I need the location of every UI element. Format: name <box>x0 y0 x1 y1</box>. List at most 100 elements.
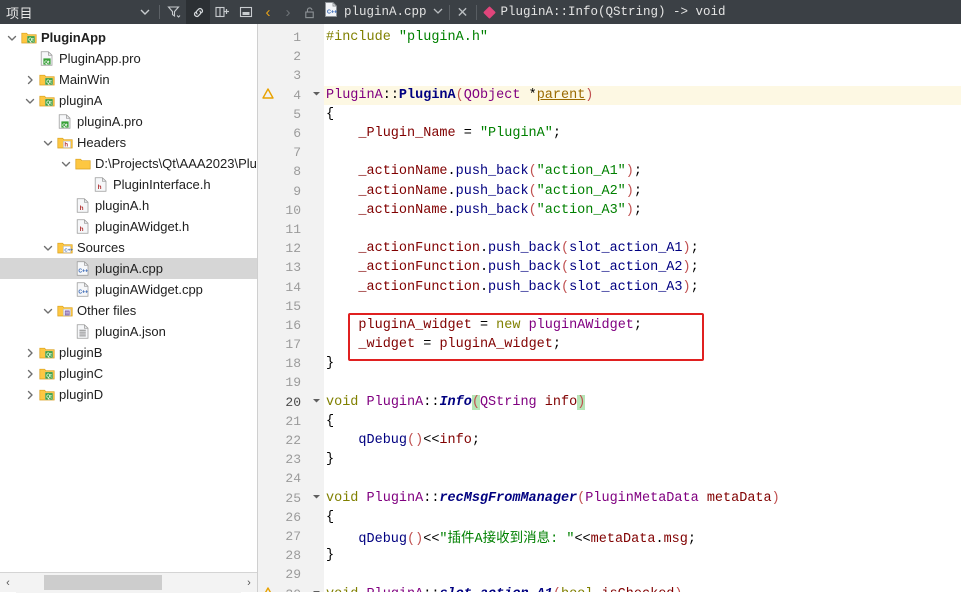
file-dropdown-icon[interactable] <box>427 7 449 17</box>
code-area[interactable]: 1 #include "pluginA.h" 2 3 4 PluginA::PluginA… <box>258 24 961 592</box>
chevron-down-icon[interactable] <box>133 0 157 24</box>
tree-item-pluginapp[interactable]: Qt PluginApp <box>0 27 257 48</box>
filter-icon[interactable] <box>162 0 186 24</box>
cpp-file-icon: C++ <box>74 282 92 297</box>
chevron-right-icon[interactable] <box>22 348 38 358</box>
scroll-track[interactable] <box>16 572 241 593</box>
code-line[interactable]: 8 _actionName.push_back("action_A1"); <box>258 162 961 181</box>
tree-item-plugina[interactable]: Qt pluginA <box>0 90 257 111</box>
scroll-right-arrow[interactable]: › <box>241 577 257 589</box>
tree-item-plugininterface.h[interactable]: h PluginInterface.h <box>0 174 257 195</box>
code-text: } <box>326 356 335 372</box>
collapse-icon[interactable] <box>234 0 258 24</box>
fold-toggle-icon[interactable] <box>308 396 324 408</box>
open-file-chip[interactable]: C++ pluginA.cpp <box>320 2 427 22</box>
code-line[interactable]: 14 _actionFunction.push_back(slot_action… <box>258 277 961 296</box>
line-number: 26 <box>285 509 301 525</box>
nav-forward-button[interactable]: › <box>278 4 298 21</box>
tree-item-label: pluginA.h <box>95 198 150 213</box>
tree-item-plugina.cpp[interactable]: C++ pluginA.cpp <box>0 258 257 279</box>
code-line[interactable]: 4 PluginA::PluginA(QObject *parent) <box>258 85 961 105</box>
line-number: 2 <box>293 49 301 65</box>
tree-item-pluginawidget.h[interactable]: h pluginAWidget.h <box>0 216 257 237</box>
sidebar-horizontal-scrollbar[interactable]: ‹ › <box>0 572 257 593</box>
chevron-right-icon[interactable] <box>22 369 38 379</box>
tree-item-headers[interactable]: h Headers <box>0 132 257 153</box>
line-number: 20 <box>285 394 301 410</box>
chevron-down-icon[interactable] <box>4 33 20 43</box>
code-line[interactable]: 15 <box>258 297 961 316</box>
tree-item-plugina.pro[interactable]: Qt pluginA.pro <box>0 111 257 132</box>
project-sidebar: Qt PluginApp Qt PluginApp.pro Qt MainWin Qt plu… <box>0 24 258 593</box>
chevron-down-icon[interactable] <box>40 306 56 316</box>
tree-item-pluginawidget.cpp[interactable]: C++ pluginAWidget.cpp <box>0 279 257 300</box>
code-line[interactable]: 21 { <box>258 412 961 431</box>
tree-item-other-files[interactable]: ▤ Other files <box>0 300 257 321</box>
code-line[interactable]: 18} <box>258 354 961 373</box>
line-number: 19 <box>285 375 301 391</box>
warning-marker-icon[interactable] <box>258 586 278 592</box>
qt-folder-icon: Qt <box>38 93 56 108</box>
warning-marker-icon[interactable] <box>258 87 278 103</box>
code-line[interactable]: 2 <box>258 47 961 66</box>
code-line[interactable]: 27 qDebug()<<"插件A接收到消息: "<<metaData.msg; <box>258 527 961 547</box>
code-line[interactable]: 1 #include "pluginA.h" <box>258 28 961 47</box>
code-editor[interactable]: 1 #include "pluginA.h" 2 3 4 PluginA::PluginA… <box>258 24 961 592</box>
link-icon[interactable] <box>186 0 210 24</box>
tree-item-d--projects-qt-aaa2023-plu[interactable]: D:\Projects\Qt\AAA2023\Plu <box>0 153 257 174</box>
svg-text:h: h <box>80 226 84 233</box>
chevron-down-icon[interactable] <box>40 243 56 253</box>
fold-toggle-icon[interactable] <box>308 492 324 504</box>
nav-back-button[interactable]: ‹ <box>258 4 278 21</box>
chevron-down-icon[interactable] <box>22 96 38 106</box>
fold-toggle-icon[interactable] <box>308 588 324 592</box>
tree-item-pluginapp.pro[interactable]: Qt PluginApp.pro <box>0 48 257 69</box>
line-number: 22 <box>285 433 301 449</box>
line-number: 23 <box>285 452 301 468</box>
code-line[interactable]: 24 <box>258 469 961 488</box>
code-line[interactable]: 12 _actionFunction.push_back(slot_action… <box>258 239 961 258</box>
code-line[interactable]: 28} <box>258 546 961 565</box>
chevron-down-icon[interactable] <box>40 138 56 148</box>
code-line[interactable]: 29 <box>258 565 961 584</box>
chevron-right-icon[interactable] <box>22 75 38 85</box>
tree-item-label: Other files <box>77 303 137 318</box>
tree-item-sources[interactable]: C++ Sources <box>0 237 257 258</box>
chevron-down-icon[interactable] <box>58 159 74 169</box>
code-line[interactable]: 13 _actionFunction.push_back(slot_action… <box>258 258 961 277</box>
code-line[interactable]: 22 qDebug()<<info; <box>258 431 961 450</box>
line-number: 8 <box>293 164 301 180</box>
tree-item-pluginc[interactable]: Qt pluginC <box>0 363 257 384</box>
code-line[interactable]: 16 pluginA_widget = new pluginAWidget; <box>258 316 961 335</box>
svg-text:Qt: Qt <box>46 100 52 106</box>
chevron-right-icon[interactable] <box>22 390 38 400</box>
tree-item-mainwin[interactable]: Qt MainWin <box>0 69 257 90</box>
tree-item-plugina.h[interactable]: h pluginA.h <box>0 195 257 216</box>
close-file-button[interactable]: ✕ <box>450 4 476 21</box>
tree-item-plugind[interactable]: Qt pluginD <box>0 384 257 405</box>
fold-toggle-icon[interactable] <box>308 89 324 101</box>
project-tree[interactable]: Qt PluginApp Qt PluginApp.pro Qt MainWin Qt plu… <box>0 24 257 572</box>
code-line[interactable]: 9 _actionName.push_back("action_A2"); <box>258 182 961 201</box>
svg-text:Qt: Qt <box>44 59 50 65</box>
code-line[interactable]: 23} <box>258 450 961 469</box>
code-line[interactable]: 11 <box>258 220 961 239</box>
tree-item-plugina.json[interactable]: pluginA.json <box>0 321 257 342</box>
scroll-thumb[interactable] <box>44 574 162 590</box>
scroll-left-arrow[interactable]: ‹ <box>0 577 16 589</box>
tree-item-pluginb[interactable]: Qt pluginB <box>0 342 257 363</box>
code-line[interactable]: 6 _Plugin_Name = "PluginA"; <box>258 124 961 143</box>
symbol-selector[interactable]: PluginA::Info(QString) -> void <box>477 5 734 19</box>
code-line[interactable]: 17 _widget = pluginA_widget; <box>258 335 961 354</box>
unlocked-icon[interactable] <box>298 6 320 19</box>
split-add-icon[interactable] <box>210 0 234 24</box>
code-line[interactable]: 30 void PluginA::slot_action_A1(bool isCh… <box>258 584 961 592</box>
code-line[interactable]: 19 <box>258 373 961 392</box>
code-line[interactable]: 25 void PluginA::recMsgFromManager(Plugin… <box>258 489 961 508</box>
code-line[interactable]: 26 { <box>258 508 961 527</box>
code-line[interactable]: 5{ <box>258 105 961 124</box>
code-line[interactable]: 20 void PluginA::Info(QString info) <box>258 393 961 412</box>
code-line[interactable]: 3 <box>258 66 961 85</box>
code-line[interactable]: 7 <box>258 143 961 162</box>
code-line[interactable]: 10 _actionName.push_back("action_A3"); <box>258 201 961 220</box>
